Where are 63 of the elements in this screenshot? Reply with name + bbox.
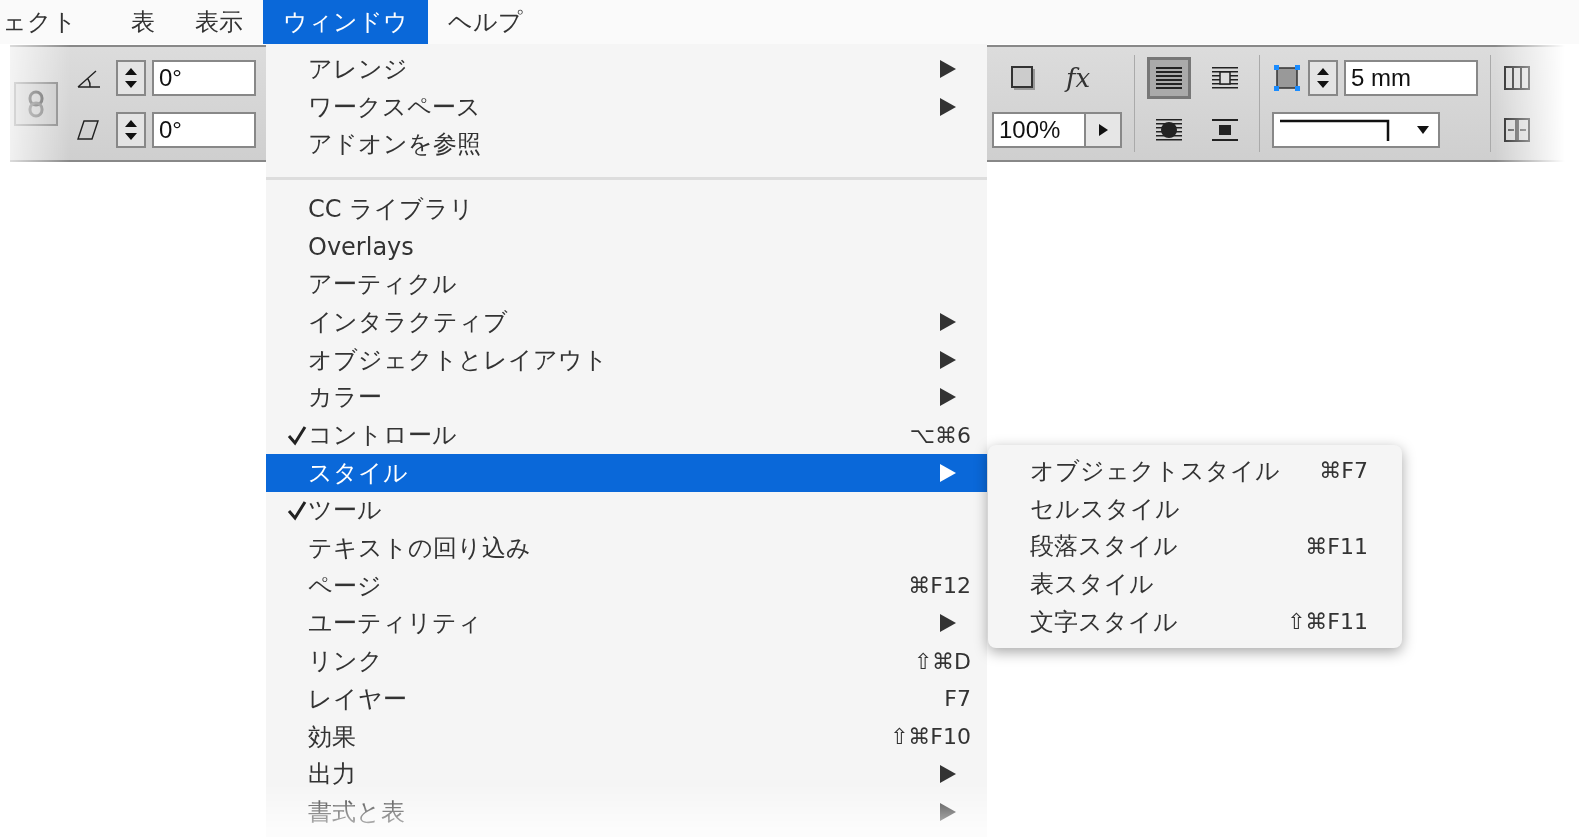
arrow-button[interactable] <box>1084 111 1122 148</box>
stepper[interactable] <box>1308 59 1338 96</box>
menu-item[interactable]: Overlays <box>266 227 987 266</box>
checkmark-icon <box>286 499 308 522</box>
menu-bar-item[interactable]: ヘルプ <box>428 0 543 44</box>
submenu-arrow-icon <box>939 613 957 634</box>
shear-icon <box>76 118 102 141</box>
effects-button[interactable]: fx <box>1066 62 1091 93</box>
text-wrap-icon <box>1210 64 1240 91</box>
shear-field[interactable]: 0° <box>152 111 256 148</box>
square-icon[interactable] <box>1010 64 1036 91</box>
menu-item[interactable]: カラー <box>266 378 987 417</box>
menu-item[interactable]: ツール <box>266 491 987 530</box>
corner-style-dropdown[interactable] <box>1272 111 1440 148</box>
stepper[interactable] <box>116 59 146 96</box>
submenu-arrow-icon <box>939 764 957 785</box>
frame-icon <box>1272 62 1302 93</box>
menu-item[interactable]: アレンジ <box>266 50 987 88</box>
columns-icon[interactable] <box>1503 64 1531 91</box>
menu-item[interactable]: ユーティリティ <box>266 604 987 643</box>
dropdown-arrow-icon <box>1416 124 1430 135</box>
rotation-field[interactable]: 0° <box>152 59 256 96</box>
menu-bar-item[interactable]: ウィンドウ <box>263 0 428 44</box>
menu-item[interactable]: オブジェクトとレイアウト <box>266 340 987 379</box>
offset-field[interactable]: 5 mm <box>1344 59 1478 96</box>
menu-bar-item[interactable]: ェクト <box>0 0 97 44</box>
submenu-arrow-icon <box>939 462 957 483</box>
submenu-arrow-icon <box>939 58 957 79</box>
menu-item[interactable]: リンク ⇧⌘D <box>266 642 987 680</box>
menu-item[interactable]: レイヤー F7 <box>266 680 987 718</box>
gutter-icon[interactable] <box>1503 116 1531 143</box>
text-wrap-button[interactable] <box>1147 56 1191 99</box>
opacity-field[interactable]: 100% <box>992 111 1084 148</box>
menu-item[interactable]: アドオンを参照 <box>266 125 987 164</box>
menu-item[interactable]: アーティクル <box>266 265 987 304</box>
submenu-arrow-icon <box>939 387 957 408</box>
menu-item[interactable]: ページ ⌘F12 <box>266 566 987 605</box>
chain-link-icon <box>26 89 46 118</box>
menu-item[interactable]: ワークスペース <box>266 87 987 126</box>
menu-item[interactable]: 表スタイル <box>988 565 1402 603</box>
stepper[interactable] <box>116 111 146 148</box>
submenu-arrow-icon <box>939 801 957 822</box>
menu-item[interactable]: オブジェクトスタイル ⌘F7 <box>988 452 1402 490</box>
text-wrap-icon <box>1154 116 1184 143</box>
menu-bar-item[interactable]: 表 <box>111 0 175 44</box>
submenu-arrow-icon <box>939 349 957 370</box>
menu-bar-item[interactable]: 表示 <box>175 0 263 44</box>
submenu-arrow-icon <box>939 96 957 117</box>
menu-item[interactable]: 文字スタイル ⇧⌘F11 <box>988 602 1402 641</box>
menu-item[interactable]: 段落スタイル ⌘F11 <box>988 527 1402 566</box>
menu-item[interactable]: CC ライブラリ <box>266 190 987 228</box>
submenu-arrow-icon <box>939 311 957 332</box>
text-wrap-icon <box>1210 116 1240 143</box>
checkmark-icon <box>286 424 308 447</box>
menu-item[interactable]: 効果 ⇧⌘F10 <box>266 717 987 756</box>
menu-item[interactable]: セルスタイル <box>988 489 1402 528</box>
menu-item[interactable]: 出力 <box>266 755 987 794</box>
play-arrow-icon <box>1097 122 1109 137</box>
menu-item[interactable]: コントロール ⌥⌘6 <box>266 416 987 454</box>
menu-item[interactable]: テキストの回り込み <box>266 529 987 567</box>
text-wrap-icon <box>1154 64 1184 91</box>
menu-item[interactable]: インタラクティブ <box>266 303 987 341</box>
menu-item[interactable]: スタイル <box>266 453 987 492</box>
